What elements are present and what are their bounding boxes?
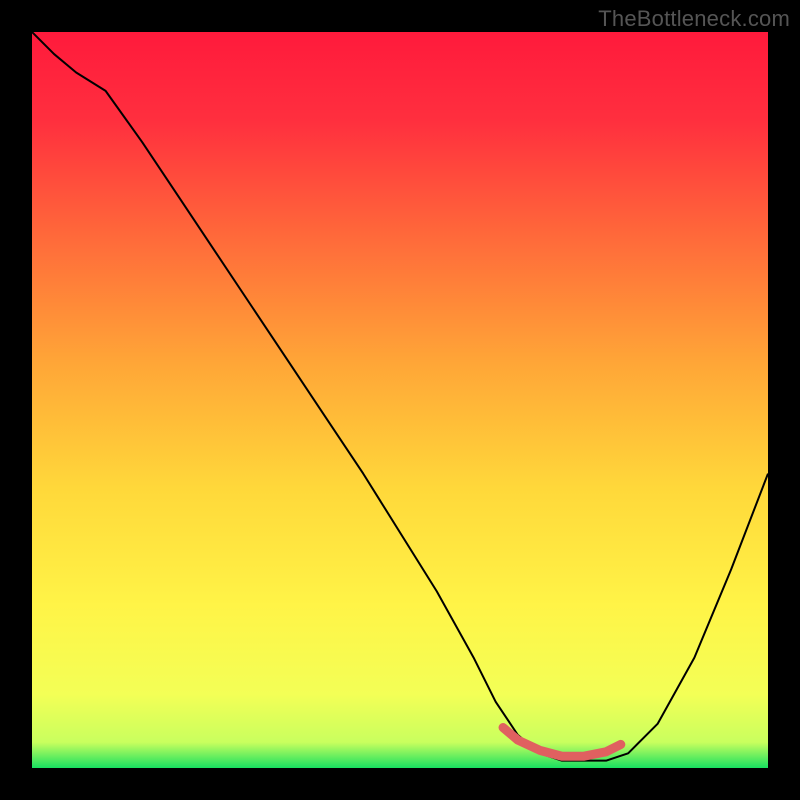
chart-frame: TheBottleneck.com: [0, 0, 800, 800]
watermark-text: TheBottleneck.com: [598, 6, 790, 32]
chart-svg: [32, 32, 768, 768]
plot-area: [32, 32, 768, 768]
